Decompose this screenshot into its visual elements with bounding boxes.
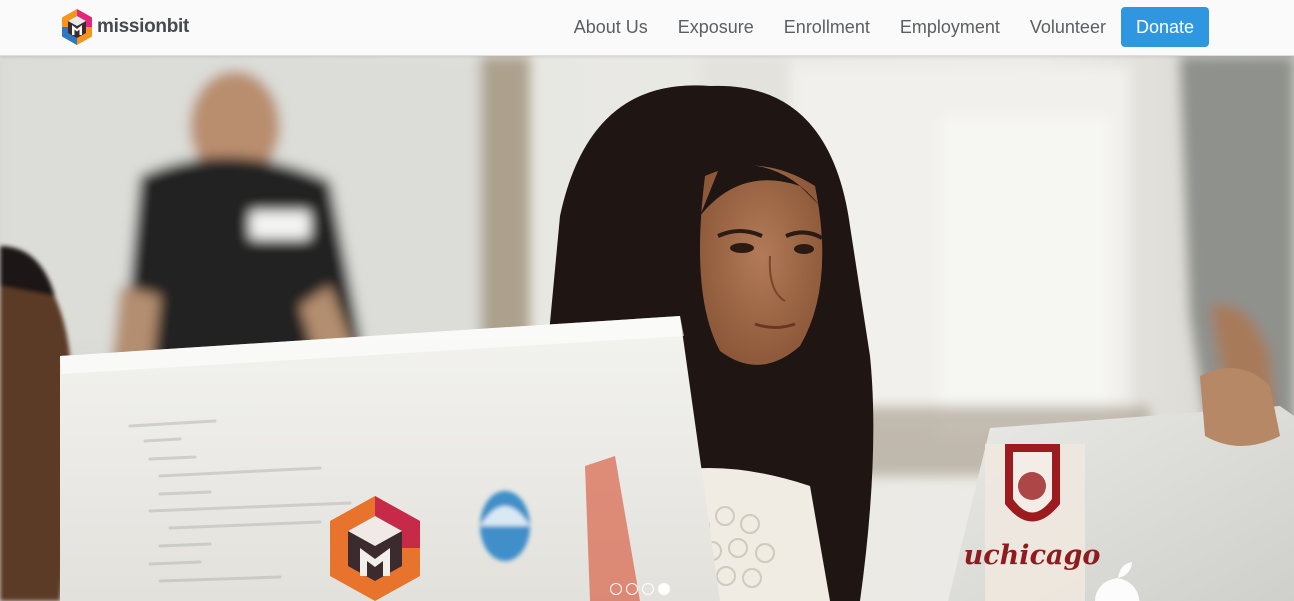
missionbit-logo-icon — [62, 9, 92, 45]
carousel-dot-2[interactable] — [626, 583, 638, 595]
brand-logo-link[interactable]: missionbit — [60, 8, 189, 46]
carousel-indicators — [610, 583, 670, 595]
carousel-dot-1[interactable] — [610, 583, 622, 595]
nav-enrollment[interactable]: Enrollment — [769, 0, 885, 54]
nav-employment[interactable]: Employment — [885, 0, 1015, 54]
nav-exposure[interactable]: Exposure — [663, 0, 769, 54]
nav-volunteer[interactable]: Volunteer — [1015, 0, 1121, 54]
top-navbar: missionbit About Us Exposure Enrollment … — [0, 0, 1294, 56]
main-nav: About Us Exposure Enrollment Employment … — [559, 0, 1209, 54]
uchicago-sticker-text: uchicago — [964, 540, 1101, 571]
nav-about-us[interactable]: About Us — [559, 0, 663, 54]
donate-button[interactable]: Donate — [1120, 7, 1209, 47]
brand-name: missionbit — [97, 16, 190, 37]
carousel-dot-4[interactable] — [658, 583, 670, 595]
hero-photo: uchicago — [0, 56, 1294, 601]
carousel-dot-3[interactable] — [642, 583, 654, 595]
hero-carousel: uchicago — [0, 56, 1294, 601]
